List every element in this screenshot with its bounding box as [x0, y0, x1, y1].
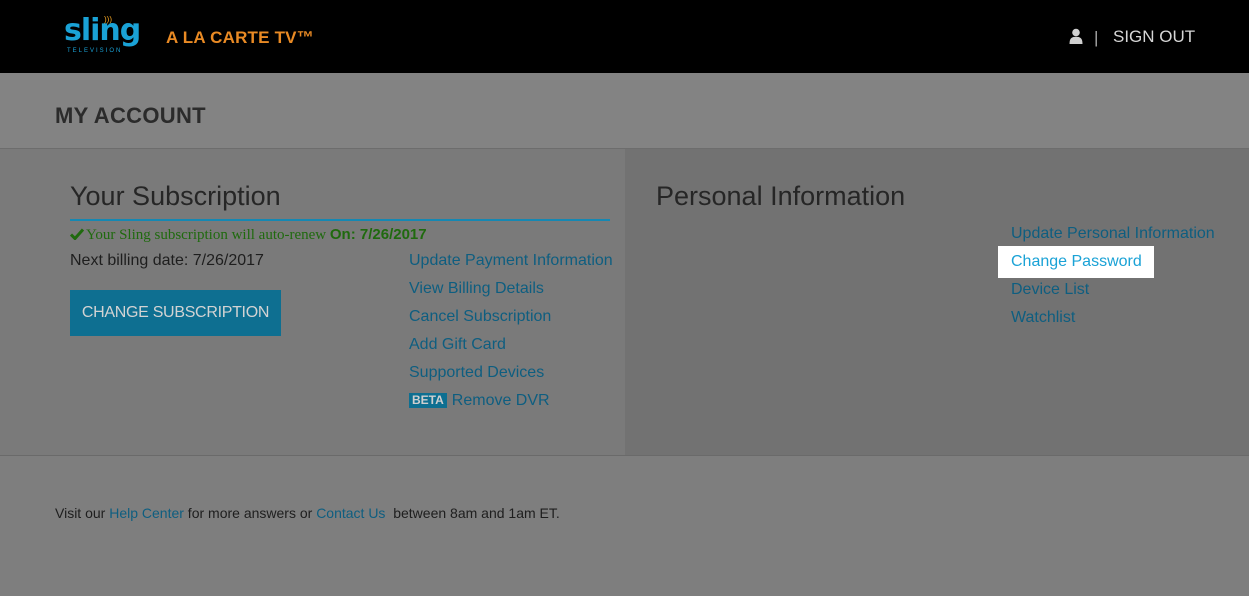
supported-devices-link[interactable]: Supported Devices [409, 364, 544, 382]
logo-subtitle: TELEVISION [67, 48, 123, 54]
beta-badge: BETA [409, 393, 447, 408]
add-gift-card-link[interactable]: Add Gift Card [409, 336, 506, 354]
section-divider [0, 455, 1249, 456]
footer-text-2: for more answers or [183, 505, 317, 521]
view-billing-link[interactable]: View Billing Details [409, 280, 544, 298]
header-divider: | [1094, 28, 1099, 47]
footer-help-text: Visit our Help Center for more answers o… [55, 505, 560, 522]
page-title: MY ACCOUNT [55, 103, 206, 128]
auto-renew-status: Your Sling subscription will auto-renew … [70, 226, 427, 244]
device-list-link[interactable]: Device List [1011, 281, 1089, 299]
personal-info-heading: Personal Information [656, 181, 906, 211]
sign-out-link[interactable]: SIGN OUT [1113, 27, 1195, 47]
subscription-heading: Your Subscription [70, 181, 281, 211]
contact-us-link[interactable]: Contact Us [316, 505, 385, 521]
tagline: A LA CARTE TV™ [166, 28, 314, 47]
logo-text: sling [64, 13, 141, 48]
check-icon [70, 228, 84, 240]
signal-icon: ))) [104, 15, 112, 24]
update-personal-info-link[interactable]: Update Personal Information [1011, 225, 1215, 243]
change-password-link[interactable]: Change Password [1011, 253, 1142, 271]
auto-renew-date: On: 7/26/2017 [329, 226, 427, 243]
change-subscription-button[interactable]: CHANGE SUBSCRIPTION [70, 290, 281, 336]
footer-text-1: Visit our [55, 505, 110, 521]
next-billing-date: Next billing date: 7/26/2017 [70, 252, 264, 269]
update-payment-link[interactable]: Update Payment Information [409, 252, 613, 270]
user-icon[interactable] [1069, 28, 1083, 44]
watchlist-link[interactable]: Watchlist [1011, 309, 1075, 327]
help-center-link[interactable]: Help Center [109, 505, 184, 521]
auto-renew-message: Your Sling subscription will auto-renew [86, 227, 330, 243]
remove-dvr-label: Remove DVR [451, 392, 550, 409]
remove-dvr-link[interactable]: BETA Remove DVR [409, 392, 550, 410]
heading-underline [70, 219, 610, 221]
footer-text-3: between 8am and 1am ET. [385, 505, 560, 521]
cancel-subscription-link[interactable]: Cancel Subscription [409, 308, 551, 326]
sling-logo[interactable]: sling ))) TELEVISION [64, 14, 144, 56]
